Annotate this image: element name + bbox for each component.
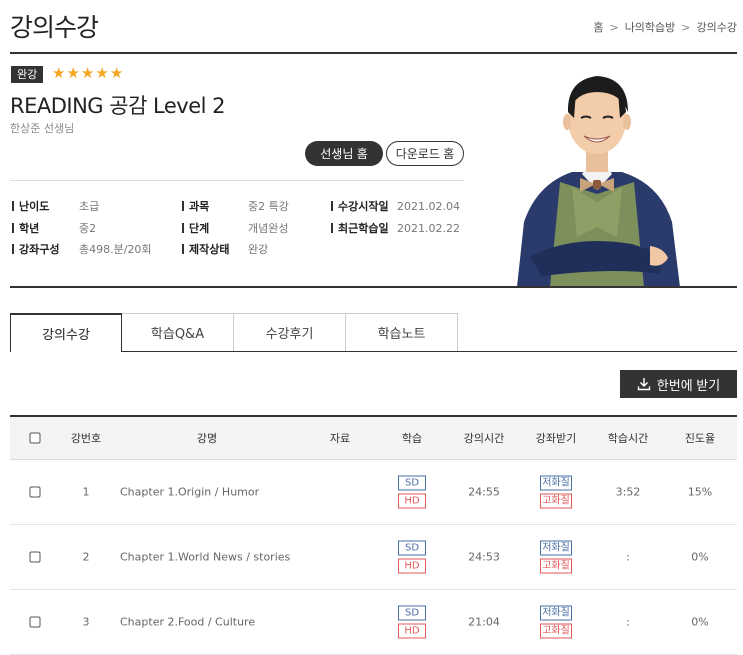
low-quality-download-button[interactable]: 저화질: [540, 540, 572, 556]
study-time: :: [626, 550, 630, 564]
header-study-time: 학습시간: [607, 432, 649, 445]
info-difficulty: 난이도 초급: [12, 198, 99, 214]
study-buttons: SD HD: [398, 475, 426, 509]
header-name: 강명: [196, 432, 218, 445]
lecture-table: 강번호 강명 자료 학습 강의시간 강좌받기 학습시간 진도율 1 Chapte…: [10, 415, 737, 655]
tab-lecture[interactable]: 강의수강: [10, 313, 122, 352]
lecture-name[interactable]: Chapter 2.Food / Culture: [120, 616, 255, 629]
hd-play-button[interactable]: HD: [398, 493, 426, 509]
tab-notes[interactable]: 학습노트: [346, 313, 458, 352]
download-buttons: 저화질 고화질: [540, 540, 572, 574]
info-composition: 강좌구성 총498.분/20회: [12, 241, 152, 257]
chevron-right-icon: >: [681, 20, 691, 34]
star-icon: ★: [66, 64, 80, 82]
tab-bar: 강의수강 학습Q&A 수강후기 학습노트: [10, 313, 460, 352]
lecture-num: 3: [82, 615, 90, 629]
info-status: 제작상태 완강: [182, 241, 268, 257]
high-quality-download-button[interactable]: 고화질: [540, 558, 572, 574]
breadcrumb-home[interactable]: 홈: [593, 19, 603, 35]
table-header: 강번호 강명 자료 학습 강의시간 강좌받기 학습시간 진도율: [10, 415, 737, 460]
breadcrumb-current: 강의수강: [696, 21, 737, 34]
table-row: 3 Chapter 2.Food / Culture SD HD 21:04 저…: [10, 590, 737, 655]
divider: [10, 286, 737, 288]
hd-play-button[interactable]: HD: [398, 623, 426, 639]
rating-stars: ★ ★ ★ ★ ★: [52, 64, 123, 82]
high-quality-download-button[interactable]: 고화질: [540, 623, 572, 639]
high-quality-download-button[interactable]: 고화질: [540, 493, 572, 509]
table-row: 2 Chapter 1.World News / stories SD HD 2…: [10, 525, 737, 590]
header-progress: 진도율: [684, 432, 716, 445]
table-row: 1 Chapter 1.Origin / Humor SD HD 24:55 저…: [10, 460, 737, 525]
star-icon: ★: [95, 64, 109, 82]
sd-play-button[interactable]: SD: [398, 605, 426, 621]
star-icon: ★: [52, 64, 66, 82]
row-checkbox[interactable]: [29, 616, 41, 628]
bulk-download-button[interactable]: 한번에 받기: [620, 370, 737, 398]
row-checkbox[interactable]: [29, 551, 41, 563]
hd-play-button[interactable]: HD: [398, 558, 426, 574]
divider: [10, 180, 464, 181]
tab-reviews[interactable]: 수강후기: [234, 313, 346, 352]
info-subject: 과목 중2 특강: [182, 198, 289, 214]
download-home-button[interactable]: 다운로드 홈: [386, 141, 464, 166]
header-study: 학습: [401, 432, 423, 445]
study-time: :: [626, 615, 630, 629]
progress-rate: 0%: [691, 550, 709, 564]
study-buttons: SD HD: [398, 605, 426, 639]
progress-rate: 0%: [691, 615, 709, 629]
lecture-duration: 24:53: [468, 550, 500, 564]
header-num: 강번호: [70, 432, 102, 445]
lecture-num: 1: [82, 485, 90, 499]
chevron-right-icon: >: [609, 20, 619, 34]
info-start-date: 수강시작일 2021.02.04: [331, 198, 460, 214]
star-icon: ★: [109, 64, 124, 82]
bulk-download-label: 한번에 받기: [656, 377, 721, 393]
info-stage: 단계 개념완성: [182, 220, 288, 236]
info-grade: 학년 중2: [12, 220, 96, 236]
study-buttons: SD HD: [398, 540, 426, 574]
row-checkbox[interactable]: [29, 486, 41, 498]
teacher-name: 한상준 선생님: [10, 122, 75, 135]
lecture-name[interactable]: Chapter 1.World News / stories: [120, 551, 290, 564]
page-title: 강의수강: [10, 13, 99, 42]
lecture-num: 2: [82, 550, 90, 564]
teacher-photo: [512, 62, 682, 287]
low-quality-download-button[interactable]: 저화질: [540, 475, 572, 491]
download-buttons: 저화질 고화질: [540, 605, 572, 639]
study-time: 3:52: [615, 485, 641, 499]
info-last-study: 최근학습일 2021.02.22: [331, 220, 460, 236]
download-buttons: 저화질 고화질: [540, 475, 572, 509]
status-badge: 완강: [11, 66, 44, 83]
teacher-portrait-illustration: [517, 76, 680, 287]
lecture-name[interactable]: Chapter 1.Origin / Humor: [120, 486, 259, 499]
star-icon: ★: [80, 64, 95, 82]
breadcrumb-my-study[interactable]: 나의학습방: [625, 19, 676, 35]
tab-qna[interactable]: 학습Q&A: [122, 313, 234, 352]
teacher-home-button[interactable]: 선생님 홈: [305, 141, 383, 166]
lecture-duration: 24:55: [468, 485, 500, 499]
divider: [10, 52, 737, 54]
divider: [122, 351, 737, 352]
lecture-duration: 21:04: [468, 615, 500, 629]
header-download: 강좌받기: [535, 432, 577, 445]
sd-play-button[interactable]: SD: [398, 475, 426, 491]
course-title: READING 공감 Level 2: [10, 94, 226, 118]
breadcrumb: 홈 > 나의학습방 > 강의수강: [593, 19, 737, 35]
header-duration: 강의시간: [463, 432, 505, 445]
download-icon: [637, 378, 650, 391]
header-material: 자료: [329, 432, 351, 445]
select-all-checkbox[interactable]: [29, 432, 41, 444]
progress-rate: 15%: [687, 485, 713, 499]
low-quality-download-button[interactable]: 저화질: [540, 605, 572, 621]
sd-play-button[interactable]: SD: [398, 540, 426, 556]
